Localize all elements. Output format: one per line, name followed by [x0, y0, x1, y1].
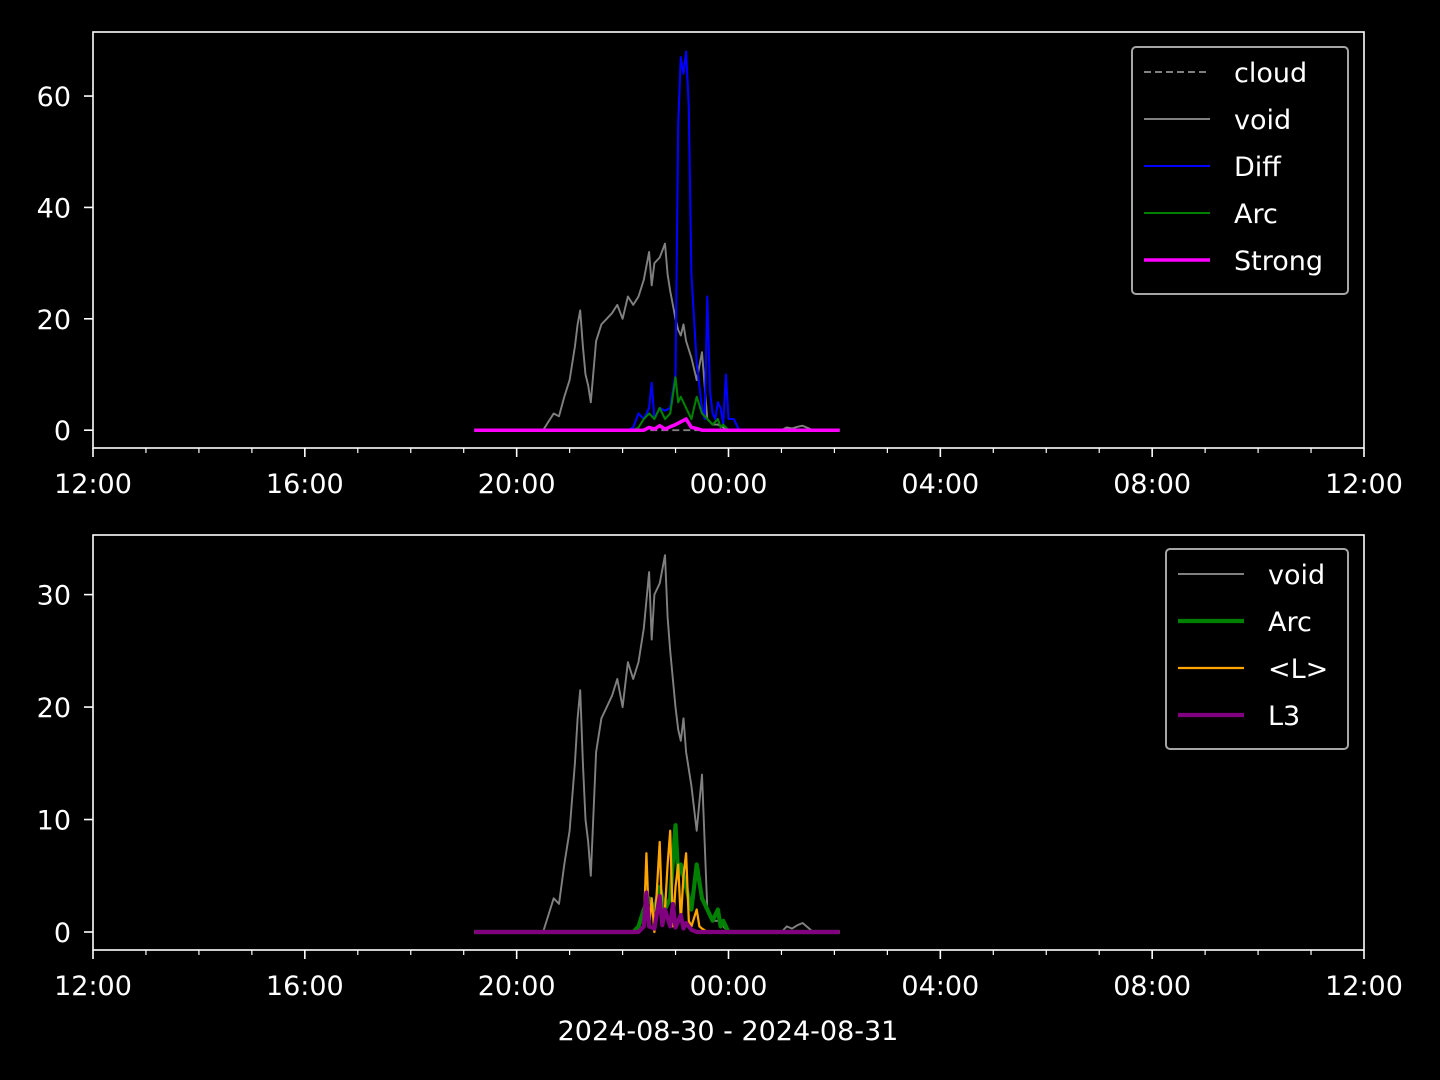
top-legend-label-diff: Diff	[1234, 152, 1282, 183]
bottom-legend: void Arc <L> L3	[1165, 548, 1349, 750]
top-y-tick-label: 40	[37, 193, 71, 224]
top-y-tick-label: 0	[54, 416, 71, 447]
top-legend: cloud void Diff Arc Strong	[1131, 46, 1349, 295]
top-x-tick-label: 12:00	[1325, 469, 1403, 500]
bottom-legend-label-arc: Arc	[1268, 607, 1312, 638]
bottom-y-tick-label: 20	[37, 693, 71, 724]
bottom-legend-label-l3: L3	[1268, 701, 1300, 732]
bottom-legend-label-l: <L>	[1268, 654, 1328, 685]
bottom-x-tick-label: 12:00	[54, 971, 132, 1002]
bottom-x-tick-label: 00:00	[690, 971, 768, 1002]
bottom-x-tick-label: 16:00	[266, 971, 344, 1002]
bottom-y-tick-label: 0	[54, 918, 71, 949]
top-legend-label-cloud: cloud	[1234, 58, 1307, 89]
bottom-y-tick-label: 10	[37, 806, 71, 837]
bottom-y-tick-label: 30	[37, 581, 71, 612]
bottom-legend-label-void: void	[1268, 560, 1325, 591]
top-x-tick-label: 08:00	[1113, 469, 1191, 500]
x-axis-title: 2024-08-30 - 2024-08-31	[558, 1016, 899, 1047]
top-x-tick-label: 12:00	[54, 469, 132, 500]
top-legend-label-strong: Strong	[1234, 246, 1323, 277]
top-x-tick-label: 00:00	[690, 469, 768, 500]
bottom-x-tick-label: 12:00	[1325, 971, 1403, 1002]
top-legend-label-arc: Arc	[1234, 199, 1278, 230]
bottom-x-tick-label: 08:00	[1113, 971, 1191, 1002]
top-legend-label-void: void	[1234, 105, 1291, 136]
top-x-tick-label: 20:00	[478, 469, 556, 500]
figure: 12:00 16:00 20:00 00:00 04:00 08:00 12:00 0 20 4…	[0, 0, 1440, 1080]
top-x-tick-label: 16:00	[266, 469, 344, 500]
top-x-tick-label: 04:00	[901, 469, 979, 500]
top-y-tick-label: 20	[37, 305, 71, 336]
bottom-x-tick-label: 04:00	[901, 971, 979, 1002]
top-y-tick-label: 60	[37, 82, 71, 113]
bottom-x-tick-label: 20:00	[478, 971, 556, 1002]
